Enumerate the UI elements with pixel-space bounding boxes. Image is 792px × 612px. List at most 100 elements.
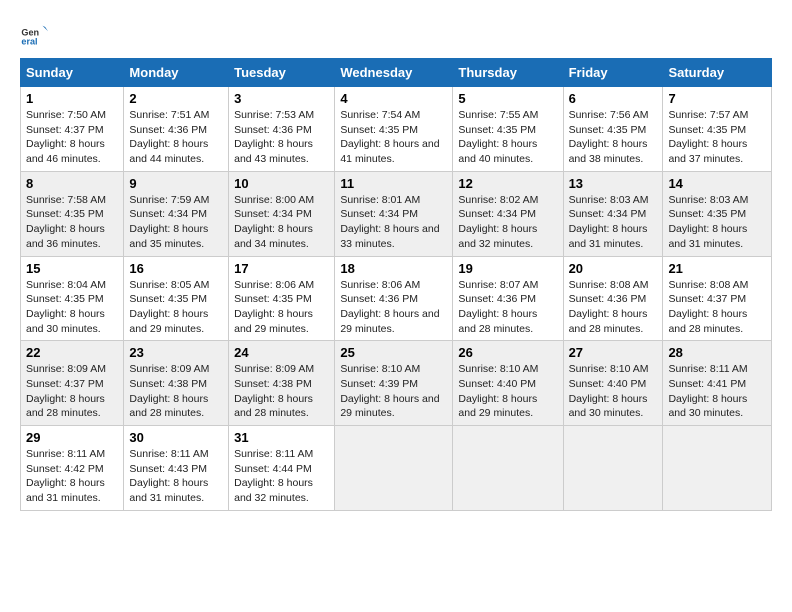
day-number: 5 — [458, 91, 557, 106]
cell-details: Sunrise: 8:10 AMSunset: 4:40 PMDaylight:… — [458, 363, 538, 419]
calendar-cell: 20 Sunrise: 8:08 AMSunset: 4:36 PMDaylig… — [563, 256, 663, 341]
day-number: 11 — [340, 176, 447, 191]
calendar-cell: 3 Sunrise: 7:53 AMSunset: 4:36 PMDayligh… — [229, 87, 335, 172]
cell-details: Sunrise: 7:54 AMSunset: 4:35 PMDaylight:… — [340, 109, 439, 165]
day-of-week-header: Wednesday — [335, 59, 453, 87]
calendar-table: SundayMondayTuesdayWednesdayThursdayFrid… — [20, 58, 772, 511]
cell-details: Sunrise: 7:50 AMSunset: 4:37 PMDaylight:… — [26, 109, 106, 165]
cell-details: Sunrise: 8:10 AMSunset: 4:40 PMDaylight:… — [569, 363, 649, 419]
calendar-week-row: 1 Sunrise: 7:50 AMSunset: 4:37 PMDayligh… — [21, 87, 772, 172]
cell-details: Sunrise: 7:57 AMSunset: 4:35 PMDaylight:… — [668, 109, 748, 165]
calendar-cell: 9 Sunrise: 7:59 AMSunset: 4:34 PMDayligh… — [124, 171, 229, 256]
day-of-week-header: Friday — [563, 59, 663, 87]
cell-details: Sunrise: 8:01 AMSunset: 4:34 PMDaylight:… — [340, 194, 439, 250]
calendar-week-row: 22 Sunrise: 8:09 AMSunset: 4:37 PMDaylig… — [21, 341, 772, 426]
calendar-cell: 16 Sunrise: 8:05 AMSunset: 4:35 PMDaylig… — [124, 256, 229, 341]
calendar-cell: 2 Sunrise: 7:51 AMSunset: 4:36 PMDayligh… — [124, 87, 229, 172]
cell-details: Sunrise: 8:08 AMSunset: 4:36 PMDaylight:… — [569, 279, 649, 335]
calendar-cell: 4 Sunrise: 7:54 AMSunset: 4:35 PMDayligh… — [335, 87, 453, 172]
day-number: 27 — [569, 345, 658, 360]
day-number: 14 — [668, 176, 766, 191]
day-of-week-header: Thursday — [453, 59, 563, 87]
calendar-cell: 12 Sunrise: 8:02 AMSunset: 4:34 PMDaylig… — [453, 171, 563, 256]
calendar-cell: 28 Sunrise: 8:11 AMSunset: 4:41 PMDaylig… — [663, 341, 772, 426]
cell-details: Sunrise: 7:53 AMSunset: 4:36 PMDaylight:… — [234, 109, 314, 165]
calendar-cell: 7 Sunrise: 7:57 AMSunset: 4:35 PMDayligh… — [663, 87, 772, 172]
day-number: 3 — [234, 91, 329, 106]
calendar-cell: 26 Sunrise: 8:10 AMSunset: 4:40 PMDaylig… — [453, 341, 563, 426]
day-number: 20 — [569, 261, 658, 276]
day-number: 17 — [234, 261, 329, 276]
day-number: 13 — [569, 176, 658, 191]
day-number: 7 — [668, 91, 766, 106]
calendar-cell: 1 Sunrise: 7:50 AMSunset: 4:37 PMDayligh… — [21, 87, 124, 172]
calendar-header: SundayMondayTuesdayWednesdayThursdayFrid… — [21, 59, 772, 87]
calendar-cell: 8 Sunrise: 7:58 AMSunset: 4:35 PMDayligh… — [21, 171, 124, 256]
day-number: 19 — [458, 261, 557, 276]
days-of-week-row: SundayMondayTuesdayWednesdayThursdayFrid… — [21, 59, 772, 87]
cell-details: Sunrise: 8:03 AMSunset: 4:35 PMDaylight:… — [668, 194, 748, 250]
calendar-cell: 5 Sunrise: 7:55 AMSunset: 4:35 PMDayligh… — [453, 87, 563, 172]
page-header: Gen eral — [20, 20, 772, 48]
calendar-cell: 15 Sunrise: 8:04 AMSunset: 4:35 PMDaylig… — [21, 256, 124, 341]
day-number: 25 — [340, 345, 447, 360]
cell-details: Sunrise: 8:02 AMSunset: 4:34 PMDaylight:… — [458, 194, 538, 250]
day-number: 4 — [340, 91, 447, 106]
day-number: 22 — [26, 345, 118, 360]
day-number: 23 — [129, 345, 223, 360]
calendar-cell: 31 Sunrise: 8:11 AMSunset: 4:44 PMDaylig… — [229, 426, 335, 511]
cell-details: Sunrise: 8:09 AMSunset: 4:37 PMDaylight:… — [26, 363, 106, 419]
day-number: 12 — [458, 176, 557, 191]
logo: Gen eral — [20, 20, 52, 48]
cell-details: Sunrise: 8:00 AMSunset: 4:34 PMDaylight:… — [234, 194, 314, 250]
calendar-cell — [453, 426, 563, 511]
day-number: 1 — [26, 91, 118, 106]
calendar-cell: 17 Sunrise: 8:06 AMSunset: 4:35 PMDaylig… — [229, 256, 335, 341]
calendar-week-row: 29 Sunrise: 8:11 AMSunset: 4:42 PMDaylig… — [21, 426, 772, 511]
svg-text:eral: eral — [21, 37, 37, 47]
cell-details: Sunrise: 8:06 AMSunset: 4:36 PMDaylight:… — [340, 279, 439, 335]
day-number: 24 — [234, 345, 329, 360]
cell-details: Sunrise: 7:51 AMSunset: 4:36 PMDaylight:… — [129, 109, 209, 165]
cell-details: Sunrise: 7:55 AMSunset: 4:35 PMDaylight:… — [458, 109, 538, 165]
cell-details: Sunrise: 8:04 AMSunset: 4:35 PMDaylight:… — [26, 279, 106, 335]
logo-icon: Gen eral — [20, 20, 48, 48]
cell-details: Sunrise: 8:11 AMSunset: 4:41 PMDaylight:… — [668, 363, 747, 419]
calendar-week-row: 15 Sunrise: 8:04 AMSunset: 4:35 PMDaylig… — [21, 256, 772, 341]
calendar-cell: 18 Sunrise: 8:06 AMSunset: 4:36 PMDaylig… — [335, 256, 453, 341]
calendar-cell: 24 Sunrise: 8:09 AMSunset: 4:38 PMDaylig… — [229, 341, 335, 426]
day-number: 26 — [458, 345, 557, 360]
day-number: 31 — [234, 430, 329, 445]
cell-details: Sunrise: 8:10 AMSunset: 4:39 PMDaylight:… — [340, 363, 439, 419]
cell-details: Sunrise: 8:09 AMSunset: 4:38 PMDaylight:… — [129, 363, 209, 419]
cell-details: Sunrise: 8:06 AMSunset: 4:35 PMDaylight:… — [234, 279, 314, 335]
calendar-cell: 29 Sunrise: 8:11 AMSunset: 4:42 PMDaylig… — [21, 426, 124, 511]
calendar-cell: 11 Sunrise: 8:01 AMSunset: 4:34 PMDaylig… — [335, 171, 453, 256]
day-number: 29 — [26, 430, 118, 445]
day-of-week-header: Tuesday — [229, 59, 335, 87]
calendar-cell: 19 Sunrise: 8:07 AMSunset: 4:36 PMDaylig… — [453, 256, 563, 341]
day-number: 16 — [129, 261, 223, 276]
calendar-cell: 21 Sunrise: 8:08 AMSunset: 4:37 PMDaylig… — [663, 256, 772, 341]
calendar-cell: 23 Sunrise: 8:09 AMSunset: 4:38 PMDaylig… — [124, 341, 229, 426]
day-number: 15 — [26, 261, 118, 276]
day-number: 2 — [129, 91, 223, 106]
calendar-cell: 30 Sunrise: 8:11 AMSunset: 4:43 PMDaylig… — [124, 426, 229, 511]
calendar-cell: 6 Sunrise: 7:56 AMSunset: 4:35 PMDayligh… — [563, 87, 663, 172]
calendar-cell: 13 Sunrise: 8:03 AMSunset: 4:34 PMDaylig… — [563, 171, 663, 256]
calendar-cell: 10 Sunrise: 8:00 AMSunset: 4:34 PMDaylig… — [229, 171, 335, 256]
day-number: 18 — [340, 261, 447, 276]
calendar-cell: 22 Sunrise: 8:09 AMSunset: 4:37 PMDaylig… — [21, 341, 124, 426]
cell-details: Sunrise: 8:09 AMSunset: 4:38 PMDaylight:… — [234, 363, 314, 419]
cell-details: Sunrise: 8:11 AMSunset: 4:42 PMDaylight:… — [26, 448, 105, 504]
day-number: 28 — [668, 345, 766, 360]
calendar-cell: 25 Sunrise: 8:10 AMSunset: 4:39 PMDaylig… — [335, 341, 453, 426]
cell-details: Sunrise: 8:11 AMSunset: 4:43 PMDaylight:… — [129, 448, 208, 504]
day-number: 9 — [129, 176, 223, 191]
calendar-week-row: 8 Sunrise: 7:58 AMSunset: 4:35 PMDayligh… — [21, 171, 772, 256]
calendar-cell — [563, 426, 663, 511]
day-number: 8 — [26, 176, 118, 191]
day-number: 30 — [129, 430, 223, 445]
cell-details: Sunrise: 8:07 AMSunset: 4:36 PMDaylight:… — [458, 279, 538, 335]
cell-details: Sunrise: 8:05 AMSunset: 4:35 PMDaylight:… — [129, 279, 209, 335]
